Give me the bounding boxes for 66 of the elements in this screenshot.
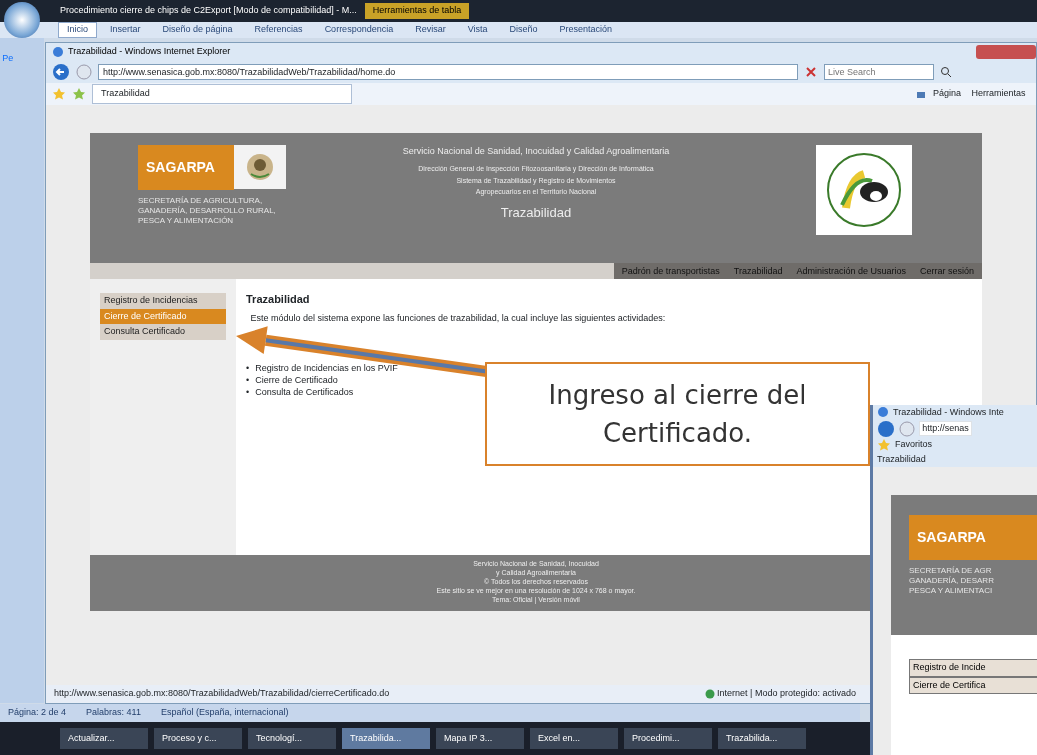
stop-icon[interactable] bbox=[804, 65, 818, 79]
callout-text: Ingreso al cierre del Certificado. bbox=[485, 362, 870, 466]
ribbon-tab[interactable]: Insertar bbox=[101, 22, 150, 38]
ribbon-tab[interactable]: Revisar bbox=[406, 22, 455, 38]
taskbar-button[interactable]: Excel en... bbox=[530, 727, 618, 750]
globe-icon bbox=[704, 689, 715, 699]
browser-tab[interactable]: Trazabilidad bbox=[92, 84, 352, 104]
intro-text: Este módulo del sistema expone las funciones de trazabilidad, la cual incluye las siguientes actividades: bbox=[249, 312, 666, 325]
toolbar-menu[interactable]: Página bbox=[932, 87, 961, 101]
taskbar-button[interactable]: Trazabilida... bbox=[718, 727, 806, 750]
status-text: Página: 2 de 4 bbox=[8, 706, 67, 720]
ribbon-tab[interactable]: Correspondencia bbox=[315, 22, 403, 38]
bullet: • bbox=[246, 385, 250, 398]
header-text: Servicio Nacional de Sanidad, Inocuidad y Calidad Agroalimentaria bbox=[401, 145, 671, 158]
taskbar-button[interactable]: Mapa IP 3... bbox=[436, 727, 524, 750]
back-icon[interactable] bbox=[877, 419, 895, 438]
taskbar-button[interactable]: Trazabilida... bbox=[342, 727, 430, 750]
favorites-star-icon[interactable] bbox=[877, 438, 891, 452]
emblem-drawing bbox=[234, 145, 286, 189]
status-text: Palabras: 411 bbox=[86, 706, 141, 720]
taskbar-button[interactable]: Tecnologí... bbox=[248, 727, 336, 750]
menu-item[interactable]: Registro de Incide bbox=[909, 659, 1037, 677]
search-icon[interactable] bbox=[940, 66, 952, 78]
nav-link[interactable]: Administración de Usuarios bbox=[796, 265, 906, 277]
ribbon-tab[interactable]: Referencias bbox=[245, 22, 312, 38]
toolbar-menu[interactable]: Herramientas bbox=[971, 87, 1026, 101]
menu-item[interactable]: Registro de Incidencias bbox=[100, 293, 226, 309]
bullet: • bbox=[246, 373, 250, 386]
nav-link[interactable]: Cerrar sesión bbox=[919, 265, 974, 277]
favorites-star-icon[interactable] bbox=[52, 87, 66, 101]
address-field[interactable]: http://www.senasica.gob.mx:8080/TrazabilidadWeb/Trazabilidad/home.do bbox=[98, 64, 798, 80]
activity-item: Consulta de Certificados bbox=[255, 385, 354, 398]
browser-icon bbox=[877, 406, 889, 419]
nav-link[interactable]: Trazabilidad bbox=[733, 265, 783, 277]
back-icon[interactable] bbox=[52, 63, 70, 81]
ribbon-tab[interactable]: Presentación bbox=[550, 22, 622, 38]
taskbar-button[interactable]: Proceso y c... bbox=[154, 727, 242, 750]
browser-tab[interactable]: Trazabilidad bbox=[877, 452, 926, 467]
app-title: Trazabilidad bbox=[499, 204, 573, 222]
nav-link[interactable]: Padrón de transportistas bbox=[621, 265, 720, 277]
address-field[interactable]: http://senas bbox=[919, 420, 973, 437]
ribbon-tab[interactable]: Diseño de página bbox=[153, 22, 242, 38]
search-field[interactable]: Live Search bbox=[824, 64, 934, 80]
security-zone: Internet | Modo protegido: activado bbox=[717, 687, 856, 701]
sagarpa-logo: SAGARPA bbox=[138, 145, 234, 190]
context-tab[interactable]: Herramientas de tabla bbox=[364, 3, 470, 19]
sagarpa-logo: SAGARPA bbox=[909, 515, 1037, 560]
activity-item: Cierre de Certificado bbox=[255, 373, 338, 386]
page-heading: Trazabilidad bbox=[246, 292, 311, 307]
favorites-button[interactable]: Favoritos bbox=[895, 438, 932, 452]
ribbon-tab[interactable]: Vista bbox=[458, 22, 497, 38]
window-title: Trazabilidad - Windows Internet Explorer bbox=[68, 45, 231, 59]
ribbon-tab[interactable]: Diseño bbox=[500, 22, 547, 38]
status-text: Español (España, internacional) bbox=[160, 706, 289, 720]
window-title: Procedimiento cierre de chips de C2Export [Modo de compatibilidad] - M... bbox=[60, 4, 357, 18]
window-title: Trazabilidad - Windows Inte bbox=[893, 405, 1004, 419]
taskbar-button[interactable]: Actualizar... bbox=[60, 727, 148, 750]
taskbar-button[interactable]: Procedimi... bbox=[624, 727, 712, 750]
activity-item: Registro de Incidencias en los PVIF bbox=[255, 361, 398, 374]
ministry-name: SECRETARÍA DE AGR GANADERÍA, DESARR PESCA Y ALIMENTACI bbox=[909, 566, 995, 596]
status-url: http://www.senasica.gob.mx:8080/TrazabilidadWeb/Trazabilidad/cierreCertificado.do bbox=[54, 687, 390, 701]
ribbon-tab[interactable]: Inicio bbox=[58, 22, 97, 38]
ministry-name: SECRETARÍA DE AGRICULTURA, GANADERÍA, DESARROLLO RURAL, PESCA Y ALIMENTACIÓN bbox=[138, 196, 277, 226]
menu-item[interactable]: Consulta Certificado bbox=[100, 324, 226, 340]
bullet: • bbox=[246, 361, 250, 374]
browser-icon bbox=[52, 46, 64, 58]
